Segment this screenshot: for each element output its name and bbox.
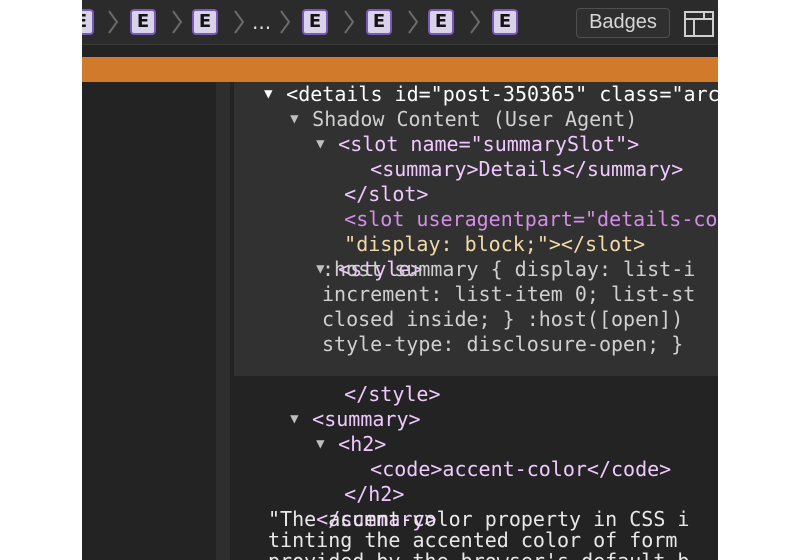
summary-node-line[interactable]: ▼ <summary> [242,382,420,431]
breadcrumb-separator-icon [108,10,119,34]
style-text-line: style-type: disclosure-open; } [322,332,684,356]
breadcrumb-element-6[interactable]: E [428,9,454,35]
breadcrumb-element-5[interactable]: E [366,9,392,35]
breadcrumb-toolbar: E E E ... E E E E Badges [82,0,718,45]
breadcrumb-element-1[interactable]: E [82,9,94,35]
breadcrumb-separator-icon [408,10,419,34]
breadcrumb-separator-icon [344,10,355,34]
breadcrumb-element-3[interactable]: E [192,9,218,35]
devtools-elements-panel: E E E ... E E E E Badges ▼<details id="p… [82,0,718,560]
breadcrumb-ellipsis[interactable]: ... [252,10,271,34]
style-close-line[interactable]: </style> [296,357,440,406]
badges-button[interactable]: Badges [576,8,670,38]
h2-close-line[interactable]: </h2> [296,457,404,506]
code-node-line[interactable]: <code>accent-color</code> [322,432,671,481]
breadcrumb-separator-icon [172,10,183,34]
h2-node-line[interactable]: ▼ <h2> [268,407,386,456]
slot-details-content-line[interactable]: <slot useragentpart="details-cont [296,182,718,231]
text-node-line: provided by the browser's default b [268,549,689,560]
breadcrumb-element-4[interactable]: E [302,9,328,35]
summary-close-line[interactable]: </summary> [268,482,436,531]
details-node-line[interactable]: ▼ <details id="post-350365" class="arch [216,57,718,106]
tree-indent-guide [216,82,230,560]
shadow-content-line[interactable]: ▼ Shadow Content (User Agent) [242,82,637,131]
grid-layout-icon[interactable] [684,11,714,37]
style-text-line: increment: list-item 0; list-st [322,282,696,306]
breadcrumb-separator-icon [234,10,245,34]
style-text-line: :host summary { display: list-i [322,257,696,281]
slot-close-line[interactable]: </slot> [296,157,428,206]
style-text-line: closed inside; } :host([open]) [322,307,684,331]
slot-details-content-line-cont: "display: block;"></slot> [344,232,646,256]
breadcrumb-separator-icon [470,10,481,34]
style-node-line[interactable]: ▼ <style> [268,232,422,281]
slot-summary-line[interactable]: ▼ <slot name="summarySlot"> [268,107,639,156]
summary-details-line[interactable]: <summary>Details</summary> [322,132,683,181]
breadcrumb-separator-icon [280,10,291,34]
breadcrumb-element-7[interactable]: E [492,9,518,35]
breadcrumb-element-2[interactable]: E [130,9,156,35]
